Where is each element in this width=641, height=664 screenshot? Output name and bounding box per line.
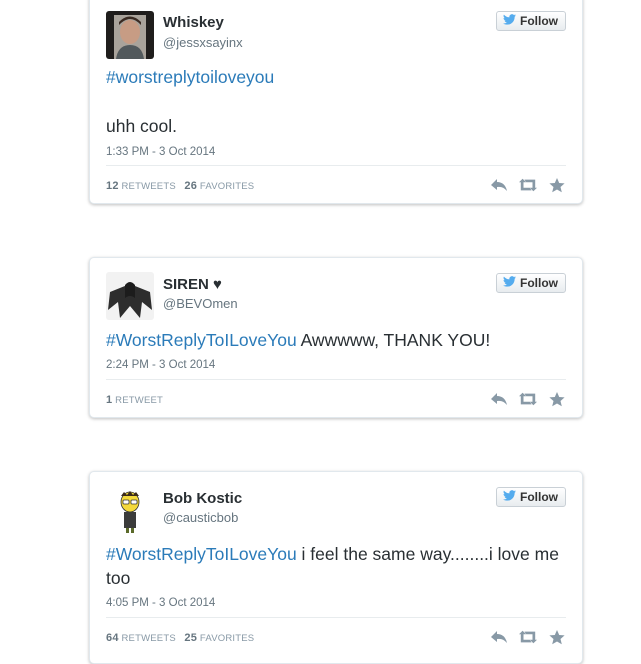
twitter-bird-icon [503, 490, 516, 504]
tweet-stats: 64 RETWEETS 25 FAVORITES [106, 632, 254, 644]
avatar[interactable] [106, 11, 154, 59]
tweet-card: SIREN ♥ @BEVOmen Follow #WorstReplyToILo… [89, 257, 583, 418]
follow-label: Follow [520, 490, 558, 504]
avatar[interactable] [106, 272, 154, 320]
display-name[interactable]: Bob Kostic [163, 490, 242, 507]
tweet-text-rest: Awwwww, THANK YOU! [296, 330, 491, 350]
hashtag-link[interactable]: #WorstReplyToILoveYou [106, 330, 297, 350]
retweet-icon[interactable] [519, 176, 537, 194]
retweets-stat[interactable]: 64 RETWEETS [106, 632, 176, 644]
tweet-card: Whiskey @jessxsayinx Follow #worstreplyt… [89, 0, 583, 204]
follow-button[interactable]: Follow [496, 487, 566, 507]
retweets-stat[interactable]: 1 RETWEET [106, 394, 163, 406]
tweet-stats: 12 RETWEETS 26 FAVORITES [106, 180, 254, 192]
star-icon[interactable] [548, 390, 566, 408]
reply-icon[interactable] [490, 628, 508, 646]
follow-button[interactable]: Follow [496, 11, 566, 31]
retweets-stat[interactable]: 12 RETWEETS [106, 180, 176, 192]
retweet-icon[interactable] [519, 628, 537, 646]
favorites-stat[interactable]: 26 FAVORITES [184, 180, 254, 192]
hashtag-link[interactable]: #WorstReplyToILoveYou [106, 544, 297, 564]
tweet-stats: 1 RETWEET [106, 394, 163, 406]
tweet-actions [490, 390, 566, 408]
user-handle[interactable]: @jessxsayinx [163, 35, 243, 50]
favorites-stat[interactable]: 25 FAVORITES [184, 632, 254, 644]
twitter-bird-icon [503, 14, 516, 28]
tweet-text: #WorstReplyToILoveYou Awwwww, THANK YOU! [106, 328, 566, 352]
user-handle[interactable]: @BEVOmen [163, 296, 238, 311]
divider [106, 379, 566, 380]
divider [106, 165, 566, 166]
avatar[interactable] [106, 486, 154, 534]
star-icon[interactable] [548, 176, 566, 194]
follow-label: Follow [520, 14, 558, 28]
tweet-text-line: uhh cool. [106, 116, 178, 136]
timestamp[interactable]: 2:24 PM - 3 Oct 2014 [106, 359, 215, 371]
divider [106, 617, 566, 618]
tweet-text: #WorstReplyToILoveYou i feel the same wa… [106, 542, 566, 590]
display-name[interactable]: Whiskey [163, 14, 224, 31]
tweet-actions [490, 176, 566, 194]
reply-icon[interactable] [490, 176, 508, 194]
tweet-text: #worstreplytoiloveyou [106, 65, 566, 89]
display-name[interactable]: SIREN ♥ [163, 276, 222, 293]
twitter-bird-icon [503, 276, 516, 290]
follow-label: Follow [520, 276, 558, 290]
star-icon[interactable] [548, 628, 566, 646]
retweet-icon[interactable] [519, 390, 537, 408]
hashtag-link[interactable]: #worstreplytoiloveyou [106, 67, 274, 87]
follow-button[interactable]: Follow [496, 273, 566, 293]
timestamp[interactable]: 1:33 PM - 3 Oct 2014 [106, 146, 215, 158]
user-handle[interactable]: @causticbob [163, 510, 238, 525]
reply-icon[interactable] [490, 390, 508, 408]
timestamp[interactable]: 4:05 PM - 3 Oct 2014 [106, 597, 215, 609]
tweet-actions [490, 628, 566, 646]
tweet-card: Bob Kostic @causticbob Follow #WorstRepl… [89, 471, 583, 664]
